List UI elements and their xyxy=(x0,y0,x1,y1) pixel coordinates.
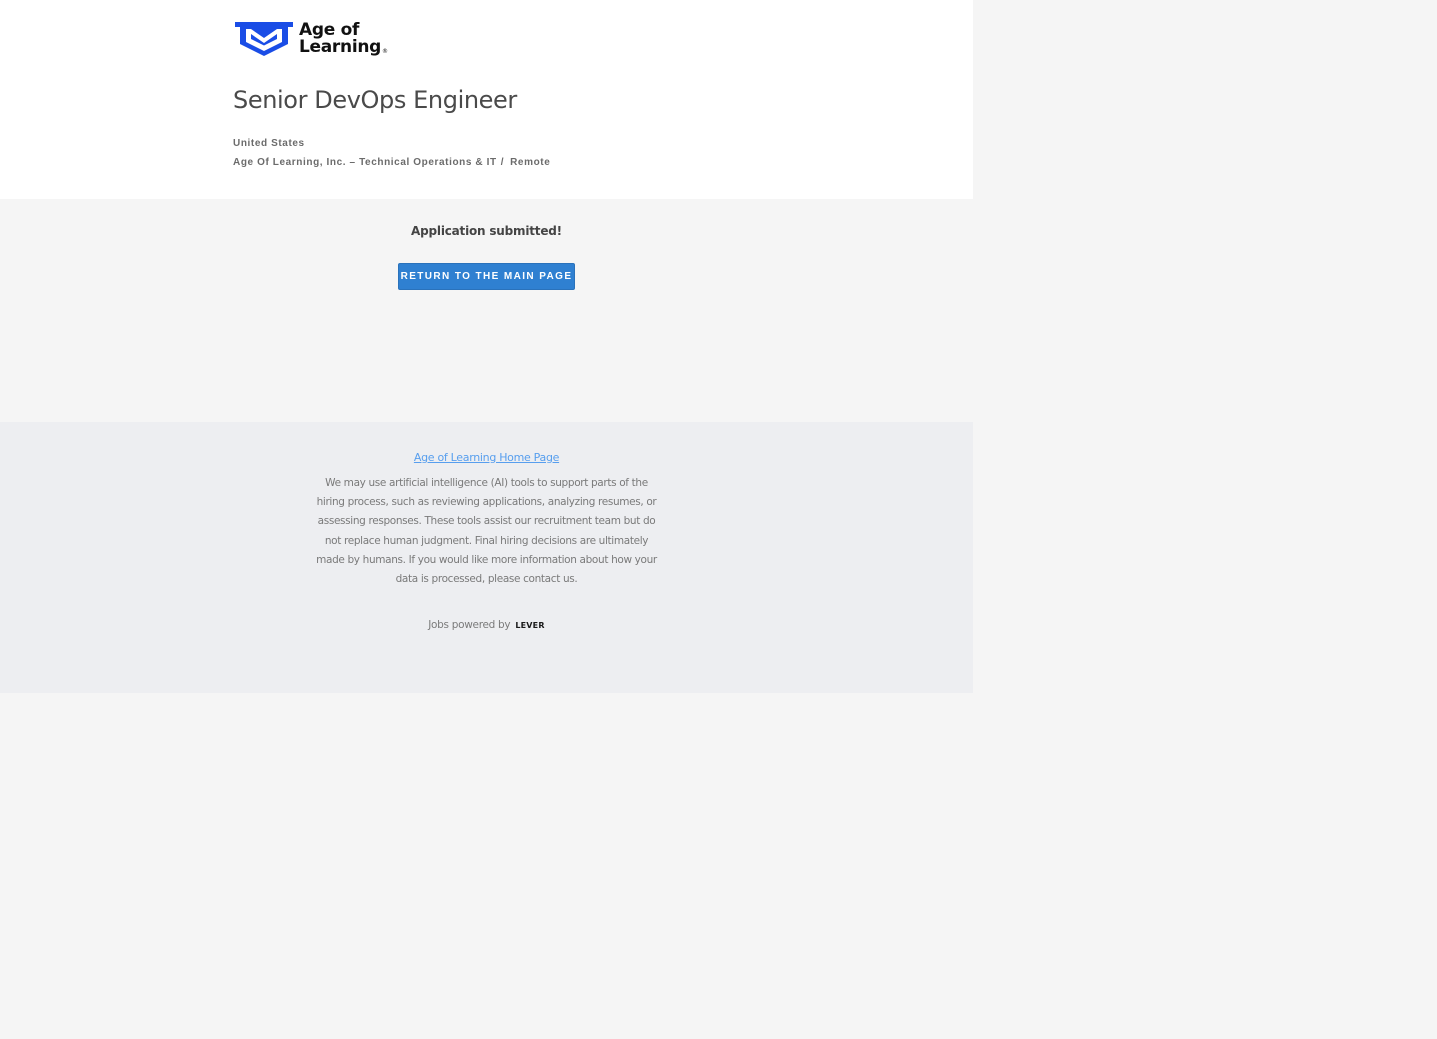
powered-by: Jobs powered by LEVER xyxy=(0,619,973,631)
category-separator: / xyxy=(500,157,505,168)
registered-mark: ® xyxy=(382,48,388,55)
job-commitment: Remote xyxy=(510,157,551,168)
logo-line-2-text: Learning xyxy=(299,37,382,57)
job-location: United States xyxy=(233,138,305,149)
header: Age of Learning® Senior DevOps Engineer … xyxy=(0,0,973,199)
page: Age of Learning® Senior DevOps Engineer … xyxy=(0,0,973,693)
job-team: Age Of Learning, Inc. – Technical Operat… xyxy=(233,157,497,168)
company-home-page-link[interactable]: Age of Learning Home Page xyxy=(0,451,973,464)
ai-usage-notice: We may use artificial intelligence (AI) … xyxy=(316,477,657,586)
job-title: Senior DevOps Engineer xyxy=(233,86,517,114)
logo-line-2: Learning® xyxy=(299,39,388,56)
return-to-main-page-button[interactable]: RETURN TO THE MAIN PAGE xyxy=(398,263,575,290)
job-categories: Age Of Learning, Inc. – Technical Operat… xyxy=(233,157,550,168)
lever-logo-link[interactable]: LEVER xyxy=(515,621,544,630)
confirmation-message: Application submitted! xyxy=(411,224,562,238)
application-confirmation: Application submitted! RETURN TO THE MAI… xyxy=(0,199,973,422)
logo-wordmark: Age of Learning® xyxy=(299,22,388,56)
age-of-learning-logo-icon xyxy=(235,22,293,56)
company-logo[interactable]: Age of Learning® xyxy=(234,18,388,60)
footer: Age of Learning Home Page We may use art… xyxy=(0,422,973,693)
powered-by-text: Jobs powered by xyxy=(428,619,511,631)
